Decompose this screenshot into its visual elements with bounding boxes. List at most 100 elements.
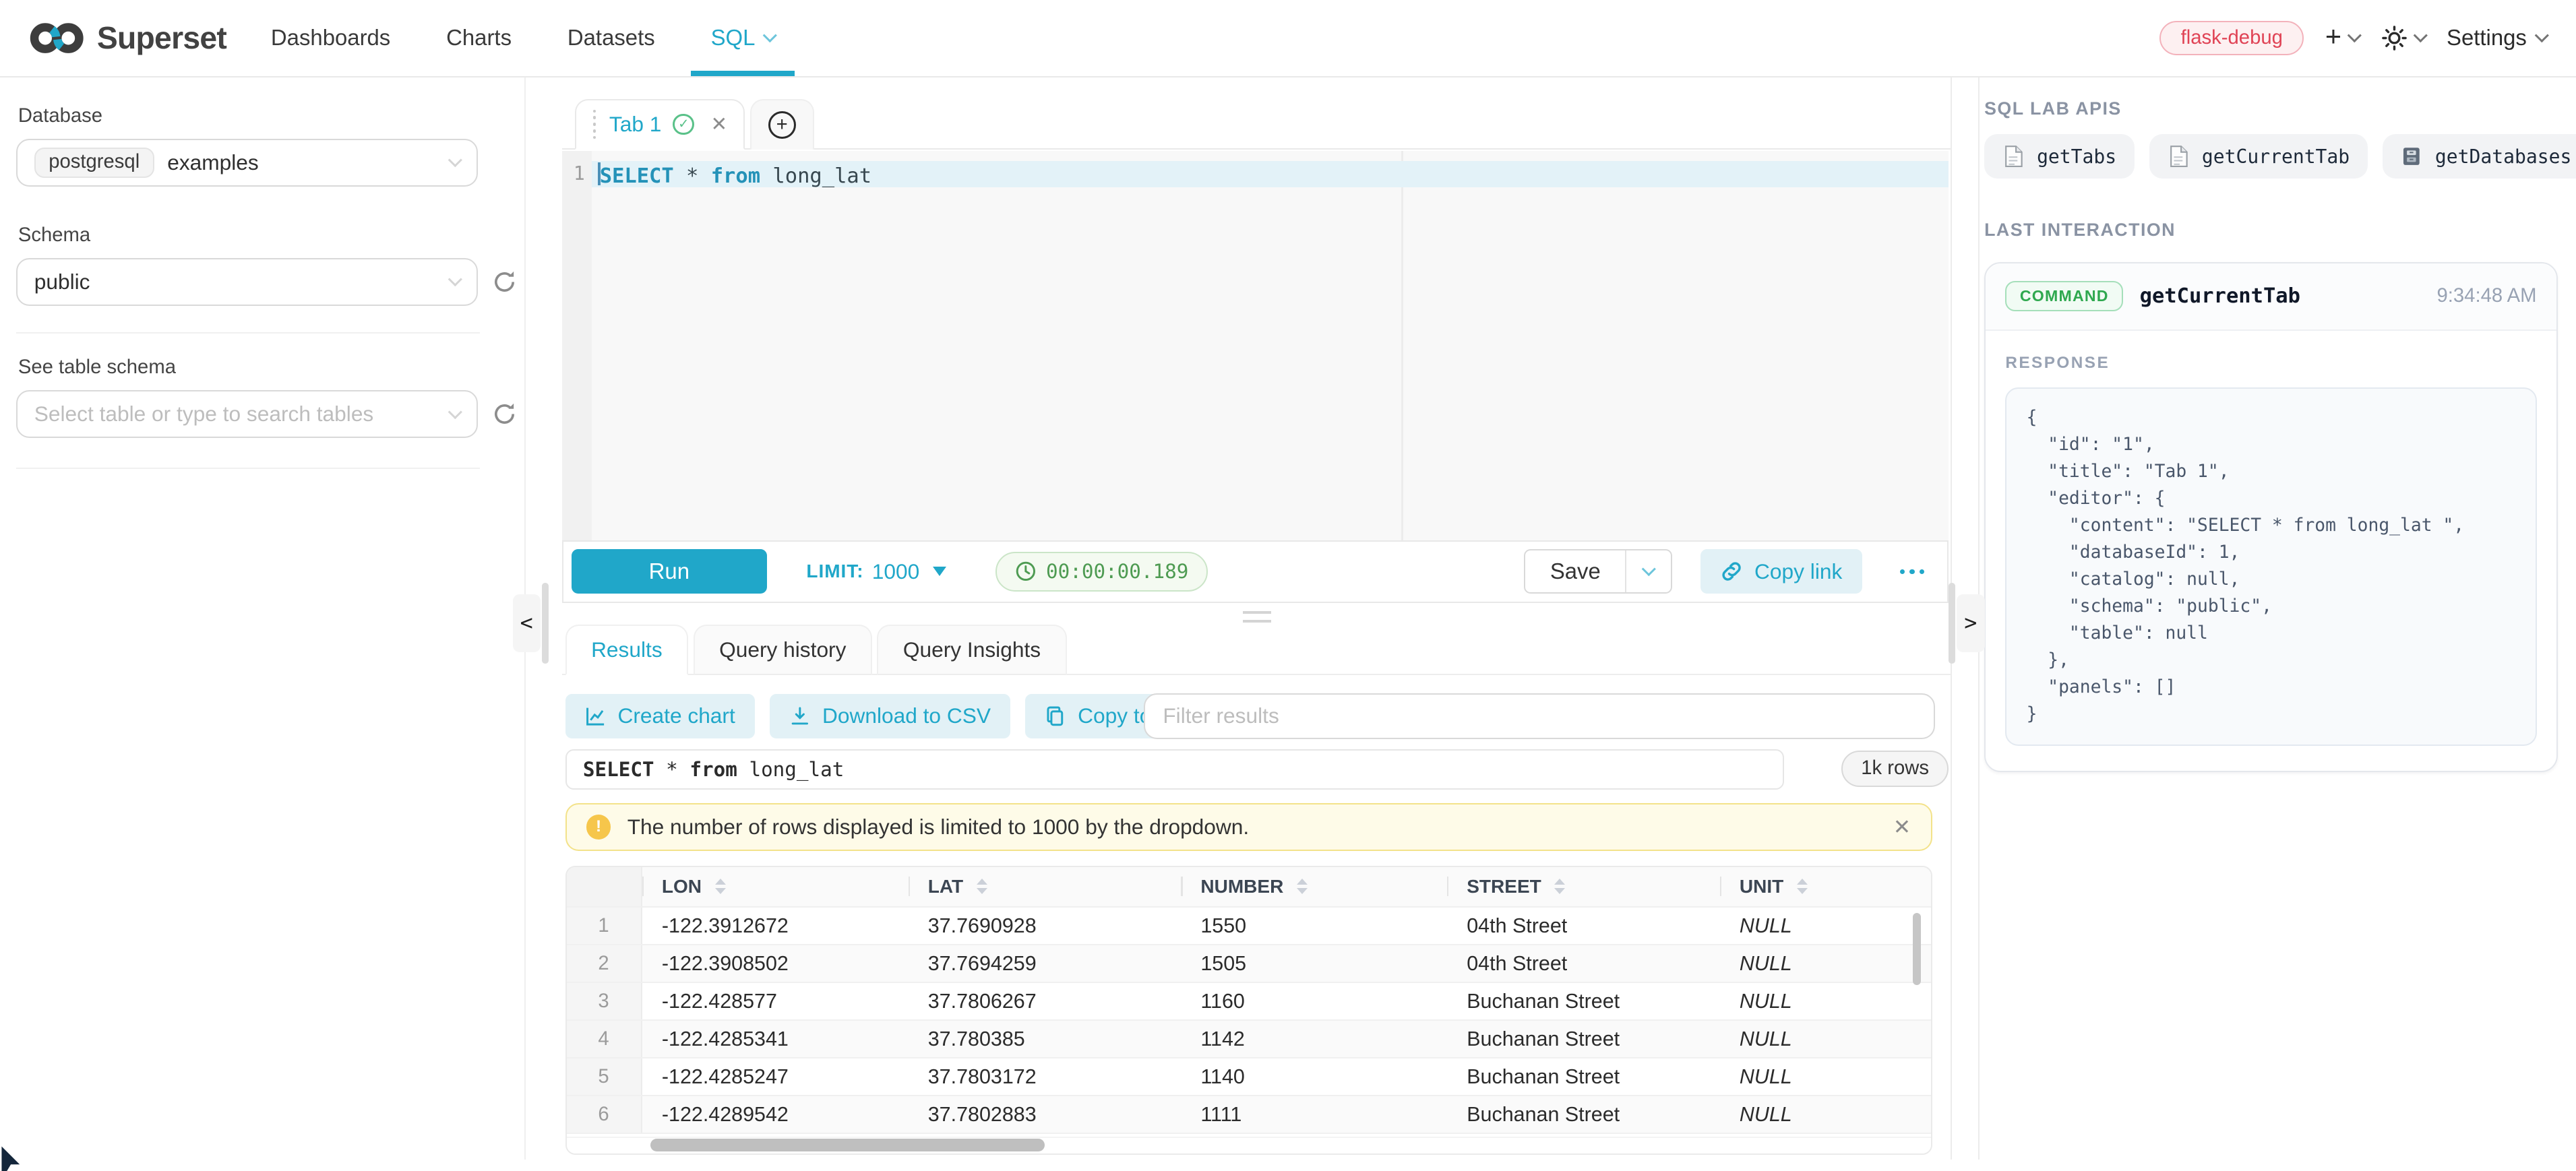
environment-badge: flask-debug <box>2159 21 2304 55</box>
warning-icon: ! <box>586 815 611 840</box>
command-name: getCurrentTab <box>2140 284 2300 308</box>
database-dialect-tag: postgresql <box>34 148 154 177</box>
chevron-down-icon <box>2348 28 2362 42</box>
table-header-row: LON LAT NUMBER STREET UNIT <box>567 867 1931 907</box>
table-row: 4 -122.4285341 37.780385 1142 Buchanan S… <box>567 1019 1931 1057</box>
drag-handle-icon[interactable] <box>593 110 596 139</box>
sqllab-api-panel: SQL LAB APIS getTabs getCurrentTab <box>1978 77 2576 1160</box>
theme-toggle-button[interactable] <box>2381 25 2426 51</box>
nav-right-group: flask-debug + Settings <box>2159 21 2546 55</box>
close-icon[interactable]: ✕ <box>1893 815 1911 840</box>
table-row: 2 -122.3908502 37.7694259 1505 04th Stre… <box>567 944 1931 982</box>
horizontal-scrollbar-track[interactable] <box>567 1137 1931 1153</box>
interaction-card: COMMAND getCurrentTab 9:34:48 AM RESPONS… <box>1984 262 2558 772</box>
print-margin-line <box>1401 151 1403 540</box>
download-csv-button[interactable]: Download to CSV <box>770 694 1010 738</box>
results-toolbar: Create chart Download to CSV Copy to <box>565 693 1951 739</box>
download-icon <box>789 705 811 727</box>
column-header-street[interactable]: STREET <box>1447 867 1720 907</box>
tab-query-history[interactable]: Query history <box>694 625 872 676</box>
tab-query-insights[interactable]: Query Insights <box>877 625 1066 676</box>
table-schema-label: See table schema <box>18 356 524 379</box>
save-button[interactable]: Save <box>1525 550 1626 592</box>
query-tab[interactable]: Tab 1 ✓ ✕ <box>575 99 745 150</box>
editor-gutter: 1 <box>562 151 592 540</box>
row-number-header <box>567 867 642 907</box>
line-chart-icon <box>585 705 607 727</box>
collapse-sidebar-button[interactable]: < <box>513 594 541 652</box>
table-select[interactable]: Select table or type to search tables <box>16 390 478 438</box>
chevron-down-icon <box>448 153 462 167</box>
api-button-gettabs[interactable]: getTabs <box>1984 134 2135 179</box>
brand-name: Superset <box>97 20 226 56</box>
nav-item-dashboards[interactable]: Dashboards <box>243 0 418 76</box>
refresh-icon[interactable] <box>491 401 518 427</box>
more-options-button[interactable] <box>1900 569 1925 574</box>
limit-dropdown[interactable]: LIMIT: 1000 <box>806 559 946 584</box>
database-value: examples <box>167 150 259 175</box>
panel-resize-track[interactable] <box>1949 583 1955 663</box>
api-button-getdatabases[interactable]: getDatabases <box>2383 134 2576 179</box>
refresh-icon[interactable] <box>491 269 518 295</box>
sort-icon <box>1797 879 1808 894</box>
top-navbar: Superset Dashboards Charts Datasets SQL … <box>0 0 2576 77</box>
command-badge: COMMAND <box>2005 281 2123 312</box>
superset-logo[interactable]: Superset <box>30 20 226 56</box>
sql-code-editor[interactable]: 1 SELECT * from long_lat <box>562 151 1949 540</box>
column-header-lat[interactable]: LAT <box>909 867 1182 907</box>
executed-query-row: SELECT * from long_lat 1k rows <box>565 749 1951 790</box>
collapse-panel-button[interactable]: > <box>1957 594 1984 652</box>
caret-down-icon <box>933 567 946 576</box>
vertical-scrollbar[interactable] <box>1913 913 1921 985</box>
column-header-number[interactable]: NUMBER <box>1181 867 1447 907</box>
table-row: 3 -122.428577 37.7806267 1160 Buchanan S… <box>567 982 1931 1019</box>
schema-select[interactable]: public <box>16 258 478 306</box>
link-icon <box>1720 560 1743 583</box>
results-tabbar: Results Query history Query Insights <box>562 624 1951 675</box>
sidebar-resize-track[interactable] <box>542 583 549 663</box>
sql-code-line: SELECT * from long_lat <box>600 164 871 188</box>
run-query-button[interactable]: Run <box>572 549 767 594</box>
copy-icon <box>1045 705 1066 727</box>
nav-item-datasets[interactable]: Datasets <box>539 0 683 76</box>
create-chart-button[interactable]: Create chart <box>565 694 756 738</box>
plus-icon: + <box>2325 22 2341 50</box>
response-label: RESPONSE <box>2005 354 2536 373</box>
filter-results-input[interactable] <box>1144 693 1936 739</box>
add-tab-button[interactable]: + <box>750 99 814 150</box>
query-tab-title: Tab 1 <box>609 112 661 137</box>
sun-icon <box>2381 25 2408 51</box>
chevron-down-icon <box>448 405 462 419</box>
settings-menu[interactable]: Settings <box>2447 25 2546 51</box>
save-split-button: Save <box>1524 549 1672 594</box>
editor-action-bar: Run LIMIT: 1000 00:00:00.189 Save <box>562 540 1949 603</box>
chevron-down-icon <box>763 28 777 42</box>
chevron-down-icon <box>448 272 462 286</box>
sqllab-left-sidebar: Database postgresql examples Schema publ… <box>0 77 526 1160</box>
apis-heading: SQL LAB APIS <box>1984 98 2560 119</box>
divider <box>16 468 479 469</box>
elapsed-timer-badge: 00:00:00.189 <box>995 552 1208 592</box>
main-nav: Dashboards Charts Datasets SQL <box>243 0 803 76</box>
tab-results[interactable]: Results <box>565 625 689 676</box>
schema-label: Schema <box>18 224 524 247</box>
close-tab-icon[interactable]: ✕ <box>710 113 727 136</box>
database-select[interactable]: postgresql examples <box>16 139 478 187</box>
column-header-lon[interactable]: LON <box>642 867 909 907</box>
response-json: { "id": "1", "title": "Tab 1", "editor":… <box>2005 387 2536 746</box>
row-limit-warning: ! The number of rows displayed is limite… <box>565 803 1932 851</box>
nav-item-charts[interactable]: Charts <box>419 0 540 76</box>
api-button-getcurrenttab[interactable]: getCurrentTab <box>2149 134 2368 179</box>
interaction-card-body: RESPONSE { "id": "1", "title": "Tab 1", … <box>1986 331 2556 771</box>
interaction-card-header: COMMAND getCurrentTab 9:34:48 AM <box>1986 263 2556 331</box>
card-file-box-icon <box>2401 145 2422 168</box>
panel-resize-handle[interactable] <box>1243 611 1270 623</box>
horizontal-scrollbar-thumb[interactable] <box>650 1139 1045 1152</box>
table-row: 6 -122.4289542 37.7802883 1111 Buchanan … <box>567 1095 1931 1133</box>
copy-link-button[interactable]: Copy link <box>1700 549 1862 594</box>
nav-item-sql[interactable]: SQL <box>683 0 803 76</box>
save-options-caret[interactable] <box>1626 550 1671 592</box>
column-header-unit[interactable]: UNIT <box>1720 867 1907 907</box>
schema-value: public <box>34 270 90 294</box>
new-item-button[interactable]: + <box>2325 26 2360 51</box>
